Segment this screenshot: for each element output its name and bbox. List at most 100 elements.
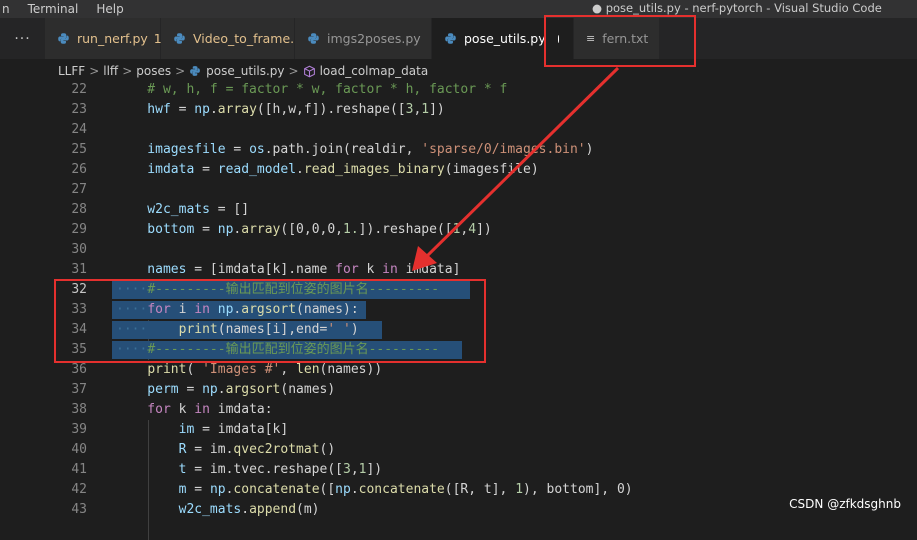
code-token: os (249, 142, 265, 157)
code-line: 39 im = imdata[k] (0, 420, 917, 440)
code-token: w2c_mats (116, 502, 242, 517)
code-token: concatenate (358, 482, 445, 497)
code-token: ) (585, 142, 594, 157)
breadcrumb-separator: > (89, 64, 100, 78)
code-token: bottom (116, 222, 195, 237)
code-token: = (170, 102, 195, 117)
python-icon (190, 66, 201, 76)
breadcrumb-item-llff[interactable]: llff (103, 64, 118, 78)
code-token: . (209, 102, 218, 117)
code-token: names (116, 262, 187, 277)
code-token: in (382, 262, 398, 277)
line-number: 24 (71, 122, 87, 137)
code-token: . (217, 382, 226, 397)
code-token: w2c_mats (116, 202, 210, 217)
code-text: hwf = np.array([h,w,f]).reshape([3,1]) (116, 100, 444, 120)
code-line: 31 names = [imdata[k].name for k in imda… (0, 260, 917, 280)
code-token: print (147, 362, 187, 377)
code-token: concatenate (233, 482, 320, 497)
line-number: 38 (71, 402, 87, 417)
breadcrumb-item-file[interactable]: pose_utils.py (206, 64, 284, 78)
code-token: 4 (468, 222, 477, 237)
code-token: imagesfile (116, 142, 226, 157)
code-token: 3 (343, 462, 351, 477)
code-token: im (116, 422, 195, 437)
code-line: 25 imagesfile = os.path.join(realdir, 's… (0, 140, 917, 160)
tab-label: imgs2poses.py (327, 31, 421, 46)
code-line: 22 # w, h, f = factor * w, factor * h, f… (0, 80, 917, 100)
code-line: 41 t = im.tvec.reshape([3,1]) (0, 460, 917, 480)
breadcrumb-item-function[interactable]: load_colmap_data (320, 64, 429, 78)
code-line: 30 (0, 240, 917, 260)
line-number: 30 (71, 242, 87, 257)
line-number: 27 (71, 182, 87, 197)
code-token: (names)) (319, 362, 383, 377)
code-token: = im.tvec.reshape([ (186, 462, 343, 477)
code-token: = imdata[k] (194, 422, 289, 437)
code-token: array (241, 222, 281, 237)
title-bar: n Terminal Help ● pose_utils.py - nerf-p… (0, 0, 917, 18)
code-line: 27 (0, 180, 917, 200)
code-token: read_images_binary (303, 162, 445, 177)
breadcrumb-separator: > (175, 64, 186, 78)
code-token: k (358, 262, 383, 277)
menu-item-terminal[interactable]: Terminal (19, 0, 88, 18)
code-line: 38 for k in imdata: (0, 400, 917, 420)
breadcrumb-item-poses[interactable]: poses (136, 64, 171, 78)
code-token: t (116, 462, 187, 477)
code-line: 40 R = im.qvec2rotmat() (0, 440, 917, 460)
python-icon (58, 33, 69, 44)
code-token: ]).reshape([ (358, 222, 453, 237)
line-number: 42 (71, 482, 87, 497)
menu-item-help[interactable]: Help (87, 0, 132, 18)
code-token: , (280, 362, 297, 377)
line-number: 31 (71, 262, 87, 277)
menu-item-selection[interactable]: n (0, 0, 19, 18)
editor-tab-bar: ··· run_nerf.py1, MVideo_to_frame.py1, U… (0, 18, 917, 59)
tab-label: run_nerf.py (77, 31, 148, 46)
code-token: (names) (280, 382, 336, 397)
annotation-box-active-tab (544, 15, 696, 67)
line-number: 25 (71, 142, 87, 157)
code-token: 1 (515, 482, 524, 497)
code-token: in (194, 402, 210, 417)
code-token: ]) (366, 462, 383, 477)
code-token: for (116, 402, 171, 417)
code-line: 36 print( 'Images #', len(names)) (0, 360, 917, 380)
code-token: (m) (296, 502, 320, 517)
code-text: bottom = np.array([0,0,0,1.]).reshape([1… (116, 220, 492, 240)
code-token: append (249, 502, 297, 517)
code-text: names = [imdata[k].name for k in imdata] (116, 260, 460, 280)
python-icon (445, 33, 456, 44)
tab-video-to-frame-py[interactable]: Video_to_frame.py1, U (161, 18, 341, 59)
code-token: imdata (116, 162, 195, 177)
breadcrumb-item-llff-root[interactable]: LLFF (58, 64, 85, 78)
code-line: 29 bottom = np.array([0,0,0,1.]).reshape… (0, 220, 917, 240)
code-text: for k in imdata: (116, 400, 272, 420)
code-token: array (217, 102, 257, 117)
code-token: m (116, 482, 187, 497)
code-text: t = im.tvec.reshape([3,1]) (116, 460, 383, 480)
more-actions-icon[interactable]: ··· (0, 18, 45, 59)
code-text: imagesfile = os.path.join(realdir, 'spar… (116, 140, 593, 160)
tab-run-nerf-py[interactable]: run_nerf.py1, M (45, 18, 180, 59)
code-token: k (170, 402, 195, 417)
code-text: perm = np.argsort(names) (116, 380, 335, 400)
code-token: qvec2rotmat (233, 442, 320, 457)
code-token: . (241, 502, 250, 517)
code-token: np (217, 222, 234, 237)
code-token: 'sparse/0/images.bin' (421, 142, 586, 157)
code-text: R = im.qvec2rotmat() (116, 440, 336, 460)
code-token: # w, h, f = factor * w, factor * h, fact… (116, 82, 508, 97)
method-cube-icon (303, 65, 315, 77)
code-token: 1 (421, 102, 430, 117)
code-token: ]) (476, 222, 492, 237)
code-line: 43 w2c_mats.append(m) (0, 500, 917, 520)
code-token: = (225, 142, 250, 157)
python-icon (174, 33, 185, 44)
tab-imgs2poses-py[interactable]: imgs2poses.py (295, 18, 432, 59)
code-text: w2c_mats.append(m) (116, 500, 320, 520)
code-text: m = np.concatenate([np.concatenate([R, t… (116, 480, 633, 500)
code-token: ([ (319, 482, 336, 497)
annotation-box-code-block (54, 279, 486, 363)
